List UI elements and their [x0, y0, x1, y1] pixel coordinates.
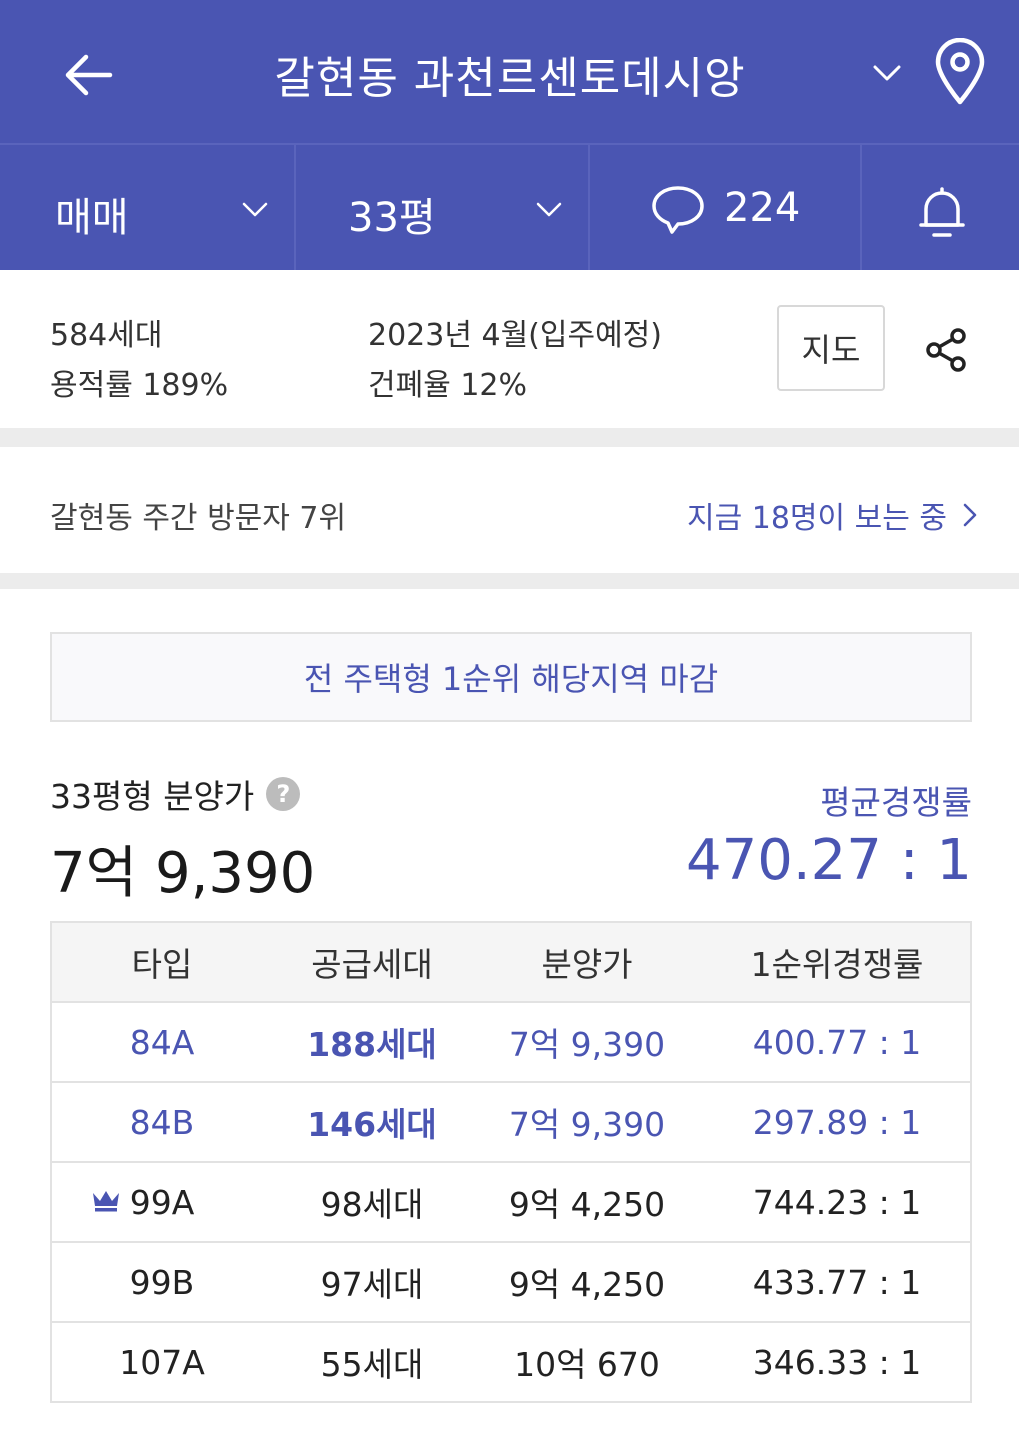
ratio-cell: 297.89 : 1 [752, 1102, 922, 1142]
ratio-cell: 400.77 : 1 [752, 1022, 922, 1062]
supply-table: 타입 공급세대 분양가 1순위경쟁률 84A 188세대 7억 9,390 40… [50, 921, 972, 1403]
subscription-notice: 전 주택형 1순위 해당지역 마감 [50, 632, 972, 722]
table-row[interactable]: 99A 98세대 9억 4,250 744.23 : 1 [52, 1163, 970, 1243]
price-value: 7억 9,390 [50, 841, 316, 906]
alert-button[interactable] [862, 145, 1019, 270]
households-cell: 55세대 [320, 1345, 424, 1384]
households-cell: 146세대 [307, 1105, 437, 1144]
ratio-cell: 744.23 : 1 [752, 1182, 922, 1222]
header-type: 타입 [131, 945, 193, 984]
building-coverage: 건폐율 12% [368, 368, 528, 403]
chevron-down-icon[interactable] [870, 58, 904, 88]
share-icon[interactable] [922, 326, 970, 374]
price-cell: 9억 4,250 [508, 1185, 666, 1224]
visitor-rank-section: 갈현동 주간 방문자 7위 지금 18명이 보는 중 [0, 447, 1019, 573]
section-divider [0, 573, 1019, 589]
ratio-cell: 433.77 : 1 [752, 1262, 922, 1302]
type-cell: 84B [129, 1102, 195, 1142]
price-cell: 9억 4,250 [508, 1265, 666, 1304]
top-bar: 갈현동 과천르센토데시앙 [0, 0, 1019, 143]
price-cell: 7억 9,390 [508, 1025, 666, 1064]
average-competition-label: 평균경쟁률 [820, 783, 972, 822]
floor-area-ratio: 용적률 189% [50, 368, 229, 403]
households-cell: 188세대 [307, 1025, 437, 1064]
size-select[interactable]: 33평 [296, 145, 588, 270]
households-cell: 97세대 [320, 1265, 424, 1304]
now-viewing-link[interactable]: 지금 18명이 보는 중 [687, 493, 979, 537]
price-cell: 10억 670 [514, 1345, 660, 1384]
type-cell: 107A [119, 1342, 205, 1382]
comment-count: 224 [724, 185, 801, 231]
table-row[interactable]: 107A 55세대 10억 670 346.33 : 1 [52, 1323, 970, 1403]
table-row[interactable]: 84B 146세대 7억 9,390 297.89 : 1 [52, 1083, 970, 1163]
chevron-down-icon [242, 202, 268, 217]
chevron-down-icon [536, 202, 562, 217]
size-label: 33평 [348, 195, 436, 241]
type-cell: 84A [129, 1022, 195, 1062]
comments-button[interactable]: 224 [590, 145, 860, 270]
bell-icon [919, 187, 965, 237]
households-count: 584세대 [50, 318, 163, 353]
trade-type-select[interactable]: 매매 [0, 145, 294, 270]
header-ratio: 1순위경쟁률 [750, 945, 924, 984]
header-price: 분양가 [541, 945, 633, 984]
page-title: 갈현동 과천르센토데시앙 [274, 53, 746, 104]
trade-type-label: 매매 [55, 195, 129, 241]
back-arrow-icon[interactable] [58, 45, 118, 105]
table-row[interactable]: 99B 97세대 9억 4,250 433.77 : 1 [52, 1243, 970, 1323]
price-title: 33평형 분양가 ? [50, 770, 301, 818]
table-header: 타입 공급세대 분양가 1순위경쟁률 [52, 923, 970, 1003]
table-row[interactable]: 84A 188세대 7억 9,390 400.77 : 1 [52, 1003, 970, 1083]
map-button[interactable]: 지도 [777, 305, 885, 391]
average-competition-value: 470.27 : 1 [685, 828, 972, 893]
location-pin-icon[interactable] [930, 38, 990, 108]
section-divider [0, 428, 1019, 447]
help-icon[interactable]: ? [266, 777, 301, 811]
visitor-rank: 갈현동 주간 방문자 7위 [50, 501, 347, 536]
now-viewing-label: 지금 18명이 보는 중 [687, 501, 947, 536]
header-households: 공급세대 [311, 945, 433, 984]
complex-summary: 584세대 2023년 4월(입주예정) 용적률 189% 건폐율 12% 지도 [0, 270, 1019, 428]
type-cell: 99A [129, 1182, 195, 1222]
price-cell: 7억 9,390 [508, 1105, 666, 1144]
households-cell: 98세대 [320, 1185, 424, 1224]
chevron-right-icon [963, 503, 977, 527]
price-label: 33평형 분양가 [50, 777, 255, 816]
filter-bar: 매매 33평 224 [0, 143, 1019, 270]
move-in-date: 2023년 4월(입주예정) [368, 318, 662, 353]
type-cell: 99B [129, 1262, 195, 1302]
speech-bubble-icon [652, 186, 704, 234]
ratio-cell: 346.33 : 1 [752, 1342, 922, 1382]
